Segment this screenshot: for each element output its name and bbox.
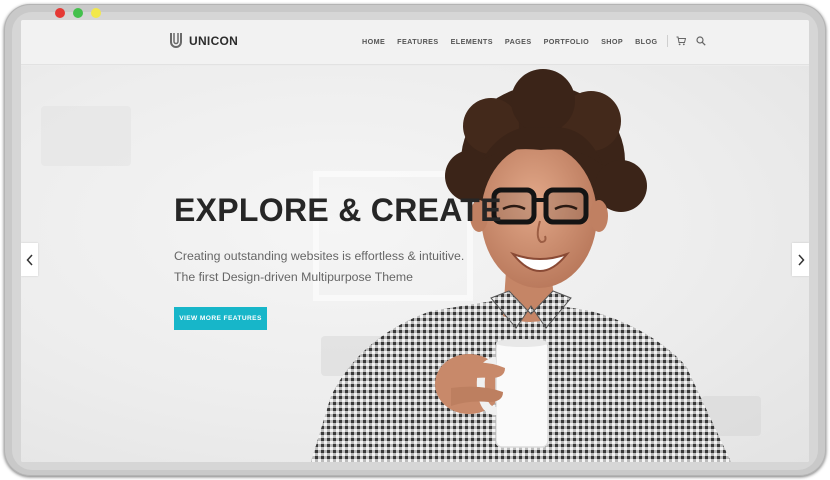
hero-title: EXPLORE & CREATE [174,192,502,228]
nav-shop[interactable]: SHOP [601,37,623,46]
background-blur-decor [41,106,131,166]
nav-features[interactable]: FEATURES [397,37,438,46]
nav-divider [667,35,669,47]
window-close-button[interactable] [55,8,65,18]
window-minimize-button[interactable] [73,8,83,18]
chevron-right-icon [797,253,805,266]
slider-prev-button[interactable] [21,243,38,276]
search-icon[interactable] [696,36,707,46]
nav-blog[interactable]: BLOG [635,37,657,46]
u-logo-icon [170,33,182,48]
website-viewport: UNICON HOME FEATURES ELEMENTS PAGES PORT… [21,20,809,462]
chevron-left-icon [25,253,33,266]
logo-text: UNICON [189,33,239,48]
window-maximize-button[interactable] [91,8,101,18]
nav-portfolio[interactable]: PORTFOLIO [544,37,590,46]
slider-next-button[interactable] [792,243,809,276]
view-more-features-button[interactable]: VIEW MORE FEATURES [174,307,267,330]
nav-pages[interactable]: PAGES [505,37,532,46]
hero-person-image [311,69,731,462]
nav-elements[interactable]: ELEMENTS [451,37,493,46]
cart-icon[interactable] [676,36,687,46]
main-nav: HOME FEATURES ELEMENTS PAGES PORTFOLIO S… [362,35,716,47]
hero-subtitle-line2: The first Design-driven Multipurpose The… [174,270,413,284]
hero-slider: EXPLORE & CREATE Creating outstanding we… [21,66,809,462]
site-logo[interactable]: UNICON [169,32,238,49]
hero-subtitle-line1: Creating outstanding websites is effortl… [174,249,465,263]
site-header: UNICON HOME FEATURES ELEMENTS PAGES PORT… [21,20,809,65]
nav-home[interactable]: HOME [362,37,385,46]
